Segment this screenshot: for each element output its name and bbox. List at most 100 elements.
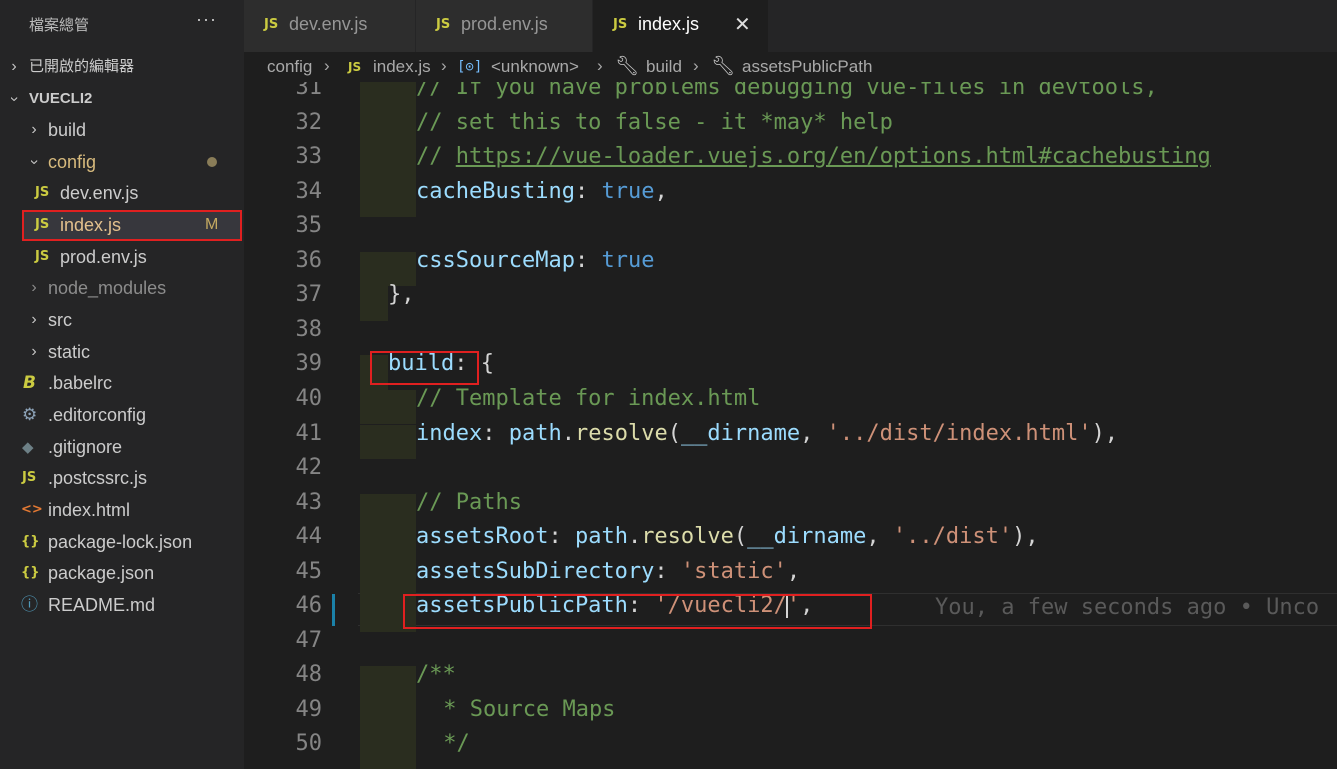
line-number: 40 xyxy=(295,385,323,411)
tree-item-build[interactable]: › build xyxy=(0,115,244,145)
tree-item-node-modules[interactable]: › node_modules xyxy=(0,273,244,303)
indent-guide xyxy=(360,700,388,736)
more-actions-icon[interactable]: ··· xyxy=(196,9,217,30)
indent-guide xyxy=(360,666,388,701)
tree-item-label: node_modules xyxy=(48,278,167,298)
tree-item-label: build xyxy=(48,120,87,140)
code-line[interactable]: assetsSubDirectory: 'static', xyxy=(416,559,800,584)
tab-bar: JS dev.env.js JS prod.env.js JS index.js… xyxy=(244,0,1337,52)
code-line[interactable]: /** xyxy=(416,662,456,687)
code-line[interactable]: // Template for index.html xyxy=(416,386,760,411)
code-token: ( xyxy=(733,524,748,550)
tree-item-index-html[interactable]: <> index.html xyxy=(0,495,244,525)
tree-item-label: index.html xyxy=(48,500,131,520)
tab-dev-env[interactable]: JS dev.env.js xyxy=(244,0,415,52)
workspace-root[interactable]: › VUECLI2 xyxy=(0,84,244,114)
wrench-icon: 🔧︎ xyxy=(615,56,640,77)
tree-item-src[interactable]: › src xyxy=(0,305,244,335)
tree-item-babelrc[interactable]: B .babelrc xyxy=(0,368,244,398)
line-number: 33 xyxy=(295,144,323,170)
code-token: , xyxy=(654,178,668,204)
code-token: assetsRoot xyxy=(416,524,549,550)
code-token: // Template for index.html xyxy=(416,385,761,411)
line-number: 37 xyxy=(295,282,323,308)
js-file-icon: JS xyxy=(35,249,50,264)
open-editors-label: 已開啟的編輯器 xyxy=(29,58,135,75)
wrench-icon: 🔧︎ xyxy=(711,56,736,77)
code-editor[interactable]: 31 32 33 34 35 36 37 38 39 40 41 42 43 44 45 46 47 48 49 50… xyxy=(244,82,1337,769)
tree-item-label: README.md xyxy=(48,595,156,615)
tree-item-package-lock[interactable]: {} package-lock.json xyxy=(0,527,244,557)
indent-guide xyxy=(388,113,416,149)
explorer-header: 檔案總管 ··· xyxy=(0,0,244,48)
indent-guide xyxy=(360,597,388,632)
tree-item-index-js[interactable]: JS index.js M xyxy=(0,210,244,240)
chevron-right-icon: › xyxy=(324,56,330,75)
tab-index-js[interactable]: JS index.js ✕ xyxy=(593,0,768,52)
code-line[interactable]: }, xyxy=(388,282,415,307)
js-file-icon: JS xyxy=(613,17,628,32)
code-line[interactable]: // If you have problems debugging vue-fi… xyxy=(416,82,1158,100)
tree-item-label: src xyxy=(48,310,72,330)
build-highlight-box xyxy=(370,351,479,385)
js-file-icon: JS xyxy=(264,17,279,32)
tree-item-label: package.json xyxy=(48,563,155,583)
code-line[interactable]: cacheBusting: true, xyxy=(416,179,668,204)
explorer-sidebar: 檔案總管 ··· › 已開啟的編輯器 › VUECLI2 › build › c… xyxy=(0,0,244,769)
indent-guide xyxy=(360,182,388,218)
line-number: 34 xyxy=(295,178,323,204)
tree-item-prod-env[interactable]: JS prod.env.js xyxy=(0,242,244,272)
line-number: 46 xyxy=(295,593,323,619)
breadcrumb-item[interactable]: <unknown> xyxy=(491,57,579,77)
code-line[interactable]: // Paths xyxy=(416,490,522,515)
breadcrumb-item[interactable]: index.js xyxy=(373,57,431,77)
tab-label: dev.env.js xyxy=(289,14,368,34)
tree-item-postcssrc[interactable]: JS .postcssrc.js xyxy=(0,463,244,493)
indent-guide xyxy=(388,493,416,529)
close-icon[interactable]: ✕ xyxy=(734,12,751,37)
code-token: cacheBusting xyxy=(416,178,575,204)
code-token: resolve xyxy=(574,420,668,446)
line-number: 42 xyxy=(295,455,323,481)
code-line[interactable]: * Source Maps xyxy=(430,697,615,722)
breadcrumb-item[interactable]: config xyxy=(267,57,312,77)
code-token: // Paths xyxy=(416,489,522,515)
git-blame-annotation: You, a few seconds ago • Unco xyxy=(935,595,1320,620)
code-line[interactable]: assetsRoot: path.resolve(__dirname, '../… xyxy=(416,524,1039,549)
indent-guide xyxy=(388,700,416,736)
breadcrumb-item[interactable]: assetsPublicPath xyxy=(742,57,872,77)
line-number: 49 xyxy=(295,696,323,722)
code-line[interactable]: // https://vue-loader.vuejs.org/en/optio… xyxy=(416,144,1211,169)
code-token: : xyxy=(482,420,509,446)
code-token: ( xyxy=(667,420,681,446)
code-token: . xyxy=(561,420,575,446)
html-file-icon: <> xyxy=(21,502,43,517)
breadcrumb-item[interactable]: build xyxy=(646,57,682,77)
chevron-right-icon: › xyxy=(11,58,17,75)
gear-icon: ⚙ xyxy=(22,405,38,425)
tree-item-static[interactable]: › static xyxy=(0,337,244,367)
tree-item-readme[interactable]: ⓘ README.md xyxy=(0,590,244,620)
indent-guide xyxy=(360,389,388,425)
line-number: 44 xyxy=(295,524,323,550)
tree-item-gitignore[interactable]: ◆ .gitignore xyxy=(0,432,244,462)
tree-item-package-json[interactable]: {} package.json xyxy=(0,558,244,588)
line-number: 50 xyxy=(295,731,323,757)
open-editors-section[interactable]: › 已開啟的編輯器 xyxy=(0,52,244,82)
code-line[interactable]: index: path.resolve(__dirname, '../dist/… xyxy=(416,421,1118,446)
tree-item-config[interactable]: › config xyxy=(0,147,244,177)
code-token: resolve xyxy=(641,524,734,550)
modified-dot-icon xyxy=(207,157,217,167)
tree-item-label: dev.env.js xyxy=(60,183,139,203)
code-token: 'static' xyxy=(680,558,787,584)
tree-item-dev-env[interactable]: JS dev.env.js xyxy=(0,178,244,208)
code-line[interactable]: */ xyxy=(430,731,470,756)
tab-prod-env[interactable]: JS prod.env.js xyxy=(416,0,592,52)
code-line[interactable]: cssSourceMap: true xyxy=(416,248,654,273)
tree-item-editorconfig[interactable]: ⚙ .editorconfig xyxy=(0,400,244,430)
line-number: 43 xyxy=(295,489,323,515)
line-number: 39 xyxy=(295,351,323,377)
tree-item-label: .postcssrc.js xyxy=(48,468,148,488)
code-line[interactable]: // set this to false - it *may* help xyxy=(416,110,893,135)
js-file-icon: JS xyxy=(436,17,451,32)
